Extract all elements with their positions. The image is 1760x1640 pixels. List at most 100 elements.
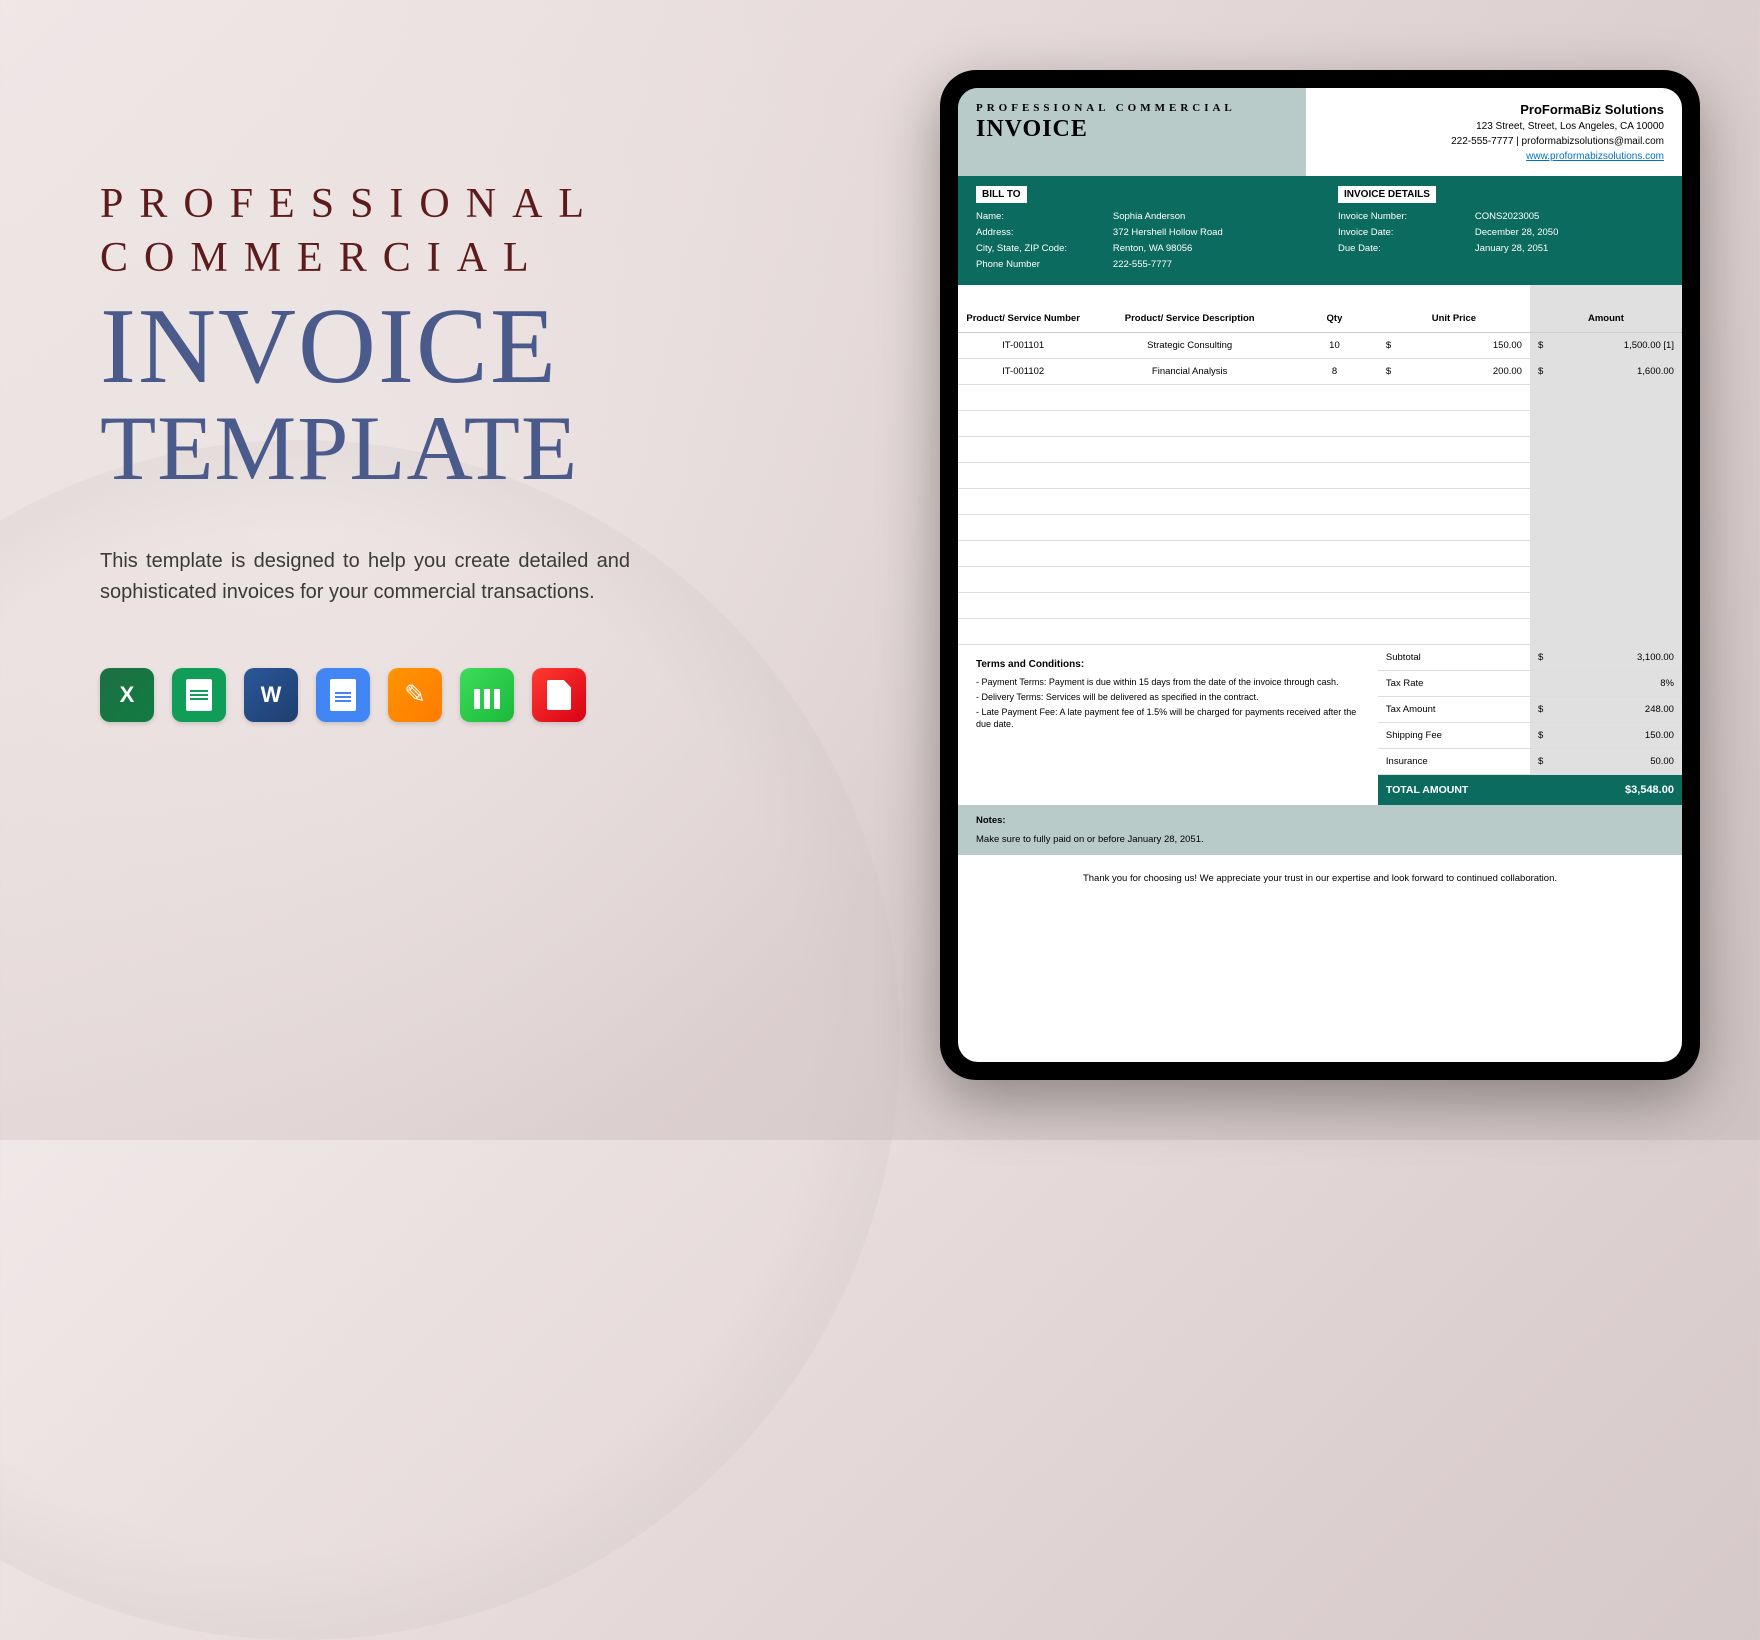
field-value: December 28, 2050 — [1475, 227, 1664, 238]
summary-value: 8% — [1530, 671, 1682, 696]
field-value: CONS2023005 — [1475, 211, 1664, 222]
bill-to-block: BILL TO Name:Sophia AndersonAddress:372 … — [958, 186, 1320, 275]
cell-amount: $1,600.00 — [1530, 359, 1682, 385]
pdf-icon[interactable] — [532, 668, 586, 722]
cell-amount — [1530, 593, 1682, 619]
google-sheets-icon[interactable] — [172, 668, 226, 722]
empty-row — [958, 463, 1682, 489]
cell-desc: Financial Analysis — [1088, 366, 1291, 377]
title-line2: COMMERCIAL — [100, 234, 660, 282]
company-name: ProFormaBiz Solutions — [1324, 102, 1664, 117]
col-product-number: Product/ Service Number — [958, 313, 1088, 324]
terms-block: Terms and Conditions: - Payment Terms: P… — [958, 645, 1378, 805]
summary-label: Tax Rate — [1378, 678, 1530, 689]
summary-value: $150.00 — [1530, 723, 1682, 748]
excel-icon[interactable] — [100, 668, 154, 722]
field-value: January 28, 2051 — [1475, 243, 1664, 254]
invoice-details-heading: INVOICE DETAILS — [1338, 186, 1436, 203]
cell-amount — [1530, 463, 1682, 489]
summary-value: $248.00 — [1530, 697, 1682, 722]
empty-row — [958, 411, 1682, 437]
summary-row: Subtotal$3,100.00 — [1378, 645, 1682, 671]
summary-label: Insurance — [1378, 756, 1530, 767]
bill-to-row: Name:Sophia Anderson — [976, 211, 1302, 222]
cell-qty: 10 — [1291, 340, 1378, 351]
title-line4: TEMPLATE — [100, 402, 660, 496]
summary-label: Shipping Fee — [1378, 730, 1530, 741]
field-value: Renton, WA 98056 — [1113, 243, 1302, 254]
promo-panel: PROFESSIONAL COMMERCIAL INVOICE TEMPLATE… — [40, 60, 660, 1080]
invoice-details-block: INVOICE DETAILS Invoice Number:CONS20230… — [1320, 186, 1682, 275]
cell-amount — [1530, 541, 1682, 567]
field-label: City, State, ZIP Code: — [976, 243, 1113, 254]
apple-numbers-icon[interactable] — [460, 668, 514, 722]
cell-number: IT-001102 — [958, 366, 1088, 377]
title-line3: INVOICE — [100, 292, 660, 402]
cell-unit-price: $150.00 — [1378, 340, 1530, 351]
format-icons-row — [100, 668, 660, 722]
invoice-document: PROFESSIONAL COMMERCIAL INVOICE ProForma… — [958, 88, 1682, 1062]
bill-to-row: City, State, ZIP Code:Renton, WA 98056 — [976, 243, 1302, 254]
field-label: Invoice Date: — [1338, 227, 1475, 238]
thank-you-text: Thank you for choosing us! We appreciate… — [958, 855, 1682, 898]
info-band: BILL TO Name:Sophia AndersonAddress:372 … — [958, 176, 1682, 285]
cell-desc: Strategic Consulting — [1088, 340, 1291, 351]
term-line: - Payment Terms: Payment is due within 1… — [976, 676, 1360, 688]
field-label: Due Date: — [1338, 243, 1475, 254]
company-address: 123 Street, Street, Los Angeles, CA 1000… — [1324, 121, 1664, 132]
field-value: Sophia Anderson — [1113, 211, 1302, 222]
cell-amount — [1530, 515, 1682, 541]
total-label: TOTAL AMOUNT — [1378, 784, 1530, 796]
detail-row: Due Date:January 28, 2051 — [1338, 243, 1664, 254]
detail-row: Invoice Date:December 28, 2050 — [1338, 227, 1664, 238]
col-unit-price: Unit Price — [1378, 313, 1530, 324]
bill-to-row: Phone Number222-555-7777 — [976, 259, 1302, 270]
tablet-mockup: PROFESSIONAL COMMERCIAL INVOICE ProForma… — [940, 70, 1700, 1080]
field-label: Invoice Number: — [1338, 211, 1475, 222]
invoice-title-small: PROFESSIONAL COMMERCIAL — [976, 102, 1288, 114]
summary-row: Insurance$50.00 — [1378, 749, 1682, 775]
term-line: - Late Payment Fee: A late payment fee o… — [976, 706, 1360, 730]
word-icon[interactable] — [244, 668, 298, 722]
invoice-title-big: INVOICE — [976, 116, 1288, 143]
cell-amount — [1530, 489, 1682, 515]
invoice-title-block: PROFESSIONAL COMMERCIAL INVOICE — [958, 88, 1306, 176]
field-value: 372 Hershell Hollow Road — [1113, 227, 1302, 238]
empty-row — [958, 385, 1682, 411]
company-info: ProFormaBiz Solutions 123 Street, Street… — [1306, 88, 1682, 176]
field-label: Name: — [976, 211, 1113, 222]
cell-number: IT-001101 — [958, 340, 1088, 351]
col-amount: Amount — [1530, 285, 1682, 332]
field-label: Address: — [976, 227, 1113, 238]
bill-to-heading: BILL TO — [976, 186, 1027, 203]
apple-pages-icon[interactable] — [388, 668, 442, 722]
line-item-row: IT-001101Strategic Consulting10$150.00$1… — [958, 333, 1682, 359]
summary-block: Subtotal$3,100.00Tax Rate8%Tax Amount$24… — [1378, 645, 1682, 805]
summary-value: $3,100.00 — [1530, 645, 1682, 670]
cell-amount — [1530, 567, 1682, 593]
google-docs-icon[interactable] — [316, 668, 370, 722]
empty-row — [958, 437, 1682, 463]
summary-row: Tax Rate8% — [1378, 671, 1682, 697]
description-text: This template is designed to help you cr… — [100, 546, 630, 608]
cell-unit-price: $200.00 — [1378, 366, 1530, 377]
notes-text: Make sure to fully paid on or before Jan… — [976, 834, 1664, 845]
empty-row — [958, 515, 1682, 541]
cell-amount: $1,500.00 [1] — [1530, 333, 1682, 359]
cell-amount — [1530, 385, 1682, 411]
total-value: $3,548.00 — [1530, 784, 1682, 796]
col-qty: Qty — [1291, 313, 1378, 324]
cell-amount — [1530, 619, 1682, 645]
title-line1: PROFESSIONAL — [100, 180, 660, 228]
total-row: TOTAL AMOUNT $3,548.00 — [1378, 775, 1682, 805]
field-value: 222-555-7777 — [1113, 259, 1302, 270]
empty-row — [958, 567, 1682, 593]
summary-label: Tax Amount — [1378, 704, 1530, 715]
cell-amount — [1530, 437, 1682, 463]
empty-row — [958, 619, 1682, 645]
company-website-link[interactable]: www.proformabizsolutions.com — [1526, 151, 1664, 162]
cell-qty: 8 — [1291, 366, 1378, 377]
field-label: Phone Number — [976, 259, 1113, 270]
cell-amount — [1530, 411, 1682, 437]
company-contact: 222-555-7777 | proformabizsolutions@mail… — [1324, 136, 1664, 147]
